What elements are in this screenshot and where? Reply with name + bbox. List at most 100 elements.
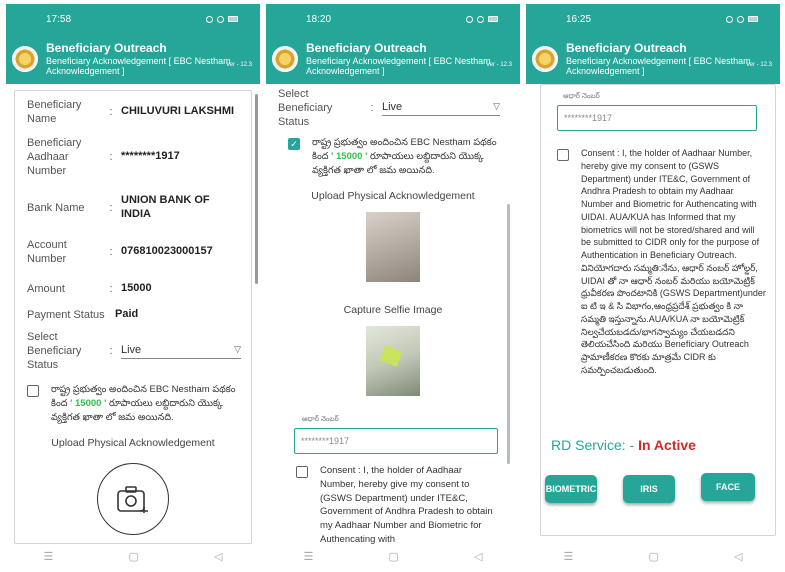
field-label: Beneficiary Aadhaar Number [27,136,82,178]
field-row: Bank Name : UNION BANK OF INDIA [15,193,251,223]
consent-checkbox[interactable]: ✓ [288,138,300,150]
aadhaar-consent-checkbox[interactable] [557,149,569,161]
app-subtitle-1: Beneficiary Acknowledgement [ EBC Nestha… [46,55,231,66]
home-nav-icon[interactable]: ▢ [648,550,658,563]
app-bar: Beneficiary Outreach Beneficiary Acknowl… [6,34,260,84]
scrollbar[interactable] [507,204,510,464]
acknowledgement-photo[interactable] [366,212,420,282]
status-bar: 18:20 [266,4,520,34]
aadhaar-consent-row: Consent : I, the holder of Aadhaar Numbe… [296,464,498,544]
field-value: Paid [115,308,139,321]
field-row: Payment Status Paid [15,305,251,325]
menu-nav-icon[interactable]: ☰ [304,550,314,563]
aadhaar-consent-checkbox[interactable] [296,466,308,478]
select-label: Select Beneficiary Status [278,87,333,129]
system-navbar: ☰ ▢ ◁ [526,544,780,568]
app-title: Beneficiary Outreach [566,40,687,55]
app-subtitle-2: Acknowledgement ] [566,65,645,76]
app-subtitle-1: Beneficiary Acknowledgement [ EBC Nestha… [306,55,491,66]
ap-logo-icon [12,46,38,72]
menu-nav-icon[interactable]: ☰ [44,550,54,563]
camera-icon[interactable] [97,463,169,535]
select-value: Live [121,343,142,356]
aadhaar-input[interactable]: ********1917 [557,105,757,131]
consent-checkbox-row: రాష్ట్ర ప్రభుత్వం అందించిన EBC Nestham ప… [27,383,241,424]
status-bar: 17:58 [6,4,260,34]
field-row: Beneficiary Aadhaar Number : ********191… [15,135,251,179]
status-select-row: Select Beneficiary Status : Live ▽ [266,88,510,128]
app-title: Beneficiary Outreach [306,40,427,55]
consent-text: Consent : I, the holder of Aadhaar Numbe… [320,465,493,544]
app-bar: Beneficiary Outreach Beneficiary Acknowl… [526,34,780,84]
version-label: Ver - 12.3 [745,62,772,68]
selfie-title: Capture Selfie Image [343,304,443,316]
select-label: Select Beneficiary Status [27,330,82,372]
amount-highlight: ' 15000 ' [331,150,368,162]
field-label: Beneficiary Name [27,98,82,125]
selfie-photo[interactable] [366,326,420,396]
select-value: Live [382,100,403,113]
menu-nav-icon[interactable]: ☰ [564,550,574,563]
field-label: Payment Status [27,308,105,321]
aadhaar-field-label: ఆధార్ నెంబర్ [563,93,600,100]
app-title: Beneficiary Outreach [46,40,167,55]
face-button[interactable]: FACE [701,473,755,501]
field-value: ********1917 [121,150,180,163]
version-label: Ver - 12.3 [485,62,512,68]
app-subtitle-1: Beneficiary Acknowledgement [ EBC Nestha… [566,55,751,66]
back-nav-icon[interactable]: ◁ [734,550,742,563]
status-icons [206,15,238,23]
phone-screen-3: 16:25 Beneficiary Outreach Beneficiary A… [526,4,780,568]
upload-title: Upload Physical Acknowledgement [311,190,475,202]
home-nav-icon[interactable]: ▢ [128,550,138,563]
system-navbar: ☰ ▢ ◁ [266,544,520,568]
aadhaar-field-label: ఆధార్ నెంబర్ [302,416,339,423]
home-nav-icon[interactable]: ▢ [388,550,398,563]
field-label: Account Number [27,238,67,265]
consent-text-en: Consent : I, the holder of Aadhaar Numbe… [581,148,760,261]
beneficiary-status-select[interactable]: Live ▽ [382,101,500,116]
aadhaar-input[interactable]: ********1917 [294,428,498,454]
status-select-row: Select Beneficiary Status : Live ▽ [15,329,251,373]
aadhaar-consent-row: Consent : I, the holder of Aadhaar Numbe… [557,147,767,377]
system-navbar: ☰ ▢ ◁ [6,544,260,568]
field-row: Account Number : 076810023000157 [15,237,251,267]
status-bar: 16:25 [526,4,780,34]
field-label: Amount [27,282,65,295]
field-row: Beneficiary Name : CHILUVURI LAKSHMI [15,97,251,127]
status-icons [466,15,498,23]
upload-title: Upload Physical Acknowledgement [51,437,215,449]
status-time: 16:25 [566,13,592,25]
dropdown-chevron-icon: ▽ [234,344,241,354]
consent-text-te: వినియోగదారు సమ్మతి:నేను, ఆధార్ నంబర్ హోల… [581,262,766,376]
consent-checkbox[interactable] [27,385,39,397]
ap-logo-icon [272,46,298,72]
back-nav-icon[interactable]: ◁ [474,550,482,563]
field-value: 15000 [121,282,152,295]
field-row: Amount : 15000 [15,279,251,299]
iris-button[interactable]: IRIS [623,475,675,503]
field-value: 076810023000157 [121,245,213,258]
consent-card: ఆధార్ నెంబర్ ********1917 Consent : I, t… [540,84,776,536]
beneficiary-status-select[interactable]: Live ▽ [121,344,241,359]
status-time: 17:58 [46,13,72,25]
field-value: UNION BANK OF INDIA [121,194,210,220]
beneficiary-card: Beneficiary Name : CHILUVURI LAKSHMI Ben… [14,90,252,544]
amount-highlight: ' 15000 ' [70,397,107,409]
version-label: Ver - 12.3 [225,62,252,68]
rd-service-status: RD Service: - In Active [551,437,696,453]
scrollbar[interactable] [255,94,258,284]
biometric-button[interactable]: BIOMETRIC [545,475,597,503]
field-label: Bank Name [27,201,85,214]
dropdown-chevron-icon: ▽ [493,101,500,111]
phone-screen-1: 17:58 Beneficiary Outreach Beneficiary A… [6,4,260,568]
phone-screen-2: 18:20 Beneficiary Outreach Beneficiary A… [266,4,520,568]
back-nav-icon[interactable]: ◁ [214,550,222,563]
ap-logo-icon [532,46,558,72]
field-value: CHILUVURI LAKSHMI [121,105,235,118]
rd-status-value: In Active [638,437,696,453]
status-time: 18:20 [306,13,332,25]
consent-checkbox-row: ✓ రాష్ట్ర ప్రభుత్వం అందించిన EBC Nestham… [288,136,504,177]
app-subtitle-2: Acknowledgement ] [46,65,125,76]
app-bar: Beneficiary Outreach Beneficiary Acknowl… [266,34,520,84]
